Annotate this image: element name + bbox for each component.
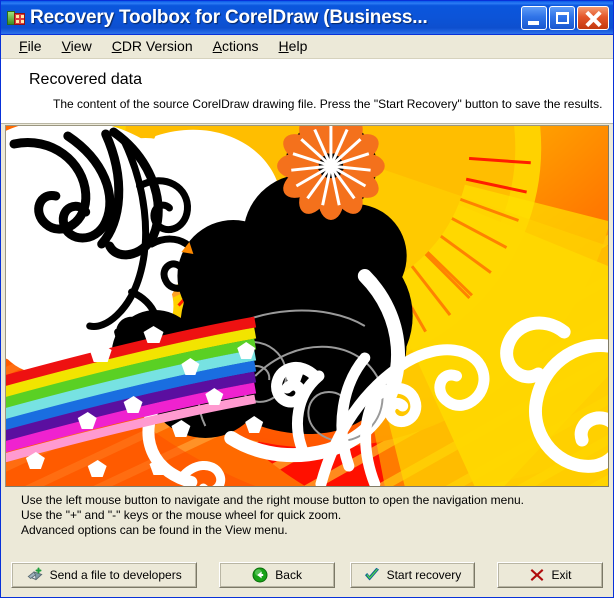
red-cross-icon [529,567,545,583]
menu-item-file[interactable]: FFileile [9,37,52,57]
maximize-button[interactable] [549,5,575,30]
menu-item-help[interactable]: Help [269,37,318,57]
maximize-icon [556,11,569,24]
exit-button[interactable]: Exit [497,562,603,588]
header-panel: Recovered data The content of the source… [1,59,613,124]
app-window: Recovery Toolbox for CorelDraw (Business… [0,0,614,598]
send-file-button[interactable]: Send a file to developers [11,562,198,588]
minimize-icon [528,20,539,25]
menu-item-actions[interactable]: Actions [203,37,269,57]
hint-line-1: Use the left mouse button to navigate an… [21,493,525,507]
send-file-icon [27,567,43,583]
window-controls [521,5,611,30]
back-button[interactable]: Back [219,562,335,588]
page-title: Recovered data [29,71,142,88]
hint-line-3: Advanced options can be found in the Vie… [21,523,288,537]
back-label: Back [275,568,302,582]
minimize-button[interactable] [521,5,547,30]
start-recovery-label: Start recovery [386,568,462,582]
window-title: Recovery Toolbox for CorelDraw (Business… [30,6,428,28]
menu-item-cdr-version[interactable]: CDR Version [102,37,203,57]
recovered-image-preview[interactable] [5,125,609,487]
exit-label: Exit [551,568,572,582]
start-recovery-button[interactable]: Start recovery [349,562,476,588]
coreldraw-artwork [6,126,608,486]
menu-bar: FFileile View CDR Version Actions Help [1,35,613,59]
hints-panel: Use the left mouse button to navigate an… [1,487,613,542]
close-button[interactable] [577,5,609,30]
send-file-label: Send a file to developers [49,568,182,582]
back-arrow-icon [252,567,268,583]
page-subtitle: The content of the source CorelDraw draw… [53,97,603,111]
button-bar: Send a file to developers Back Start rec… [1,553,613,597]
green-check-icon [364,567,380,583]
hint-line-2: Use the "+" and "-" keys or the mouse wh… [21,508,342,522]
coreldraw-app-icon [7,9,25,27]
title-bar[interactable]: Recovery Toolbox for CorelDraw (Business… [1,1,613,35]
menu-item-view[interactable]: View [52,37,102,57]
